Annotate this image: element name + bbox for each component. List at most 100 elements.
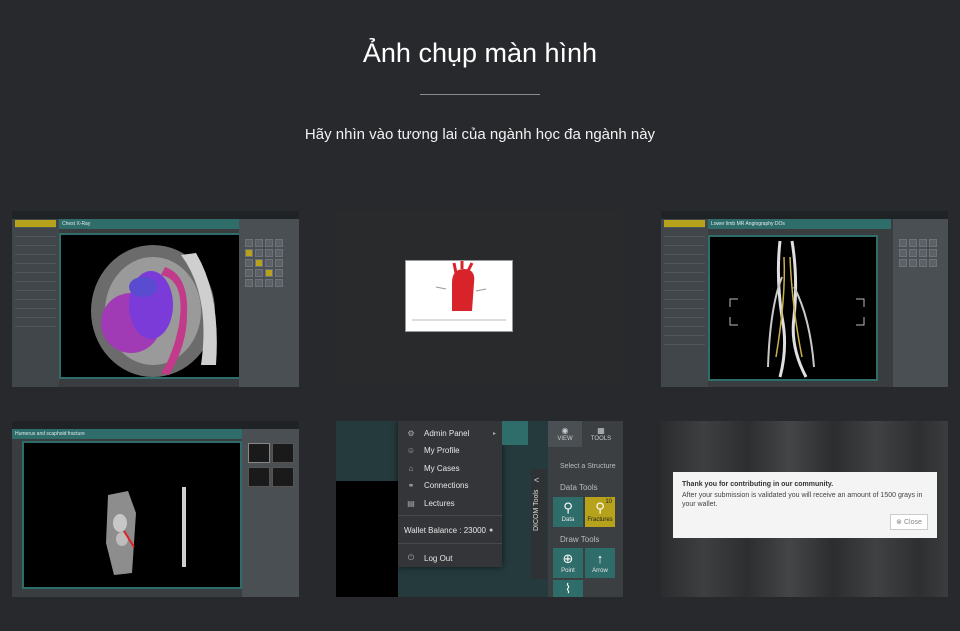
tool-button[interactable]	[265, 269, 273, 277]
sidebar-item	[15, 301, 56, 309]
tool-grid	[899, 239, 937, 267]
screenshot-fracture-case[interactable]: Humerus and scaphoid fracture	[12, 421, 299, 597]
thumbnail[interactable]	[248, 443, 270, 463]
page-subtitle: Hãy nhìn vào tương lai của ngành học đa …	[304, 126, 656, 143]
thumbnail[interactable]	[272, 443, 294, 463]
tool-panel	[239, 219, 299, 387]
tool-button[interactable]	[909, 239, 917, 247]
tool-button[interactable]	[919, 259, 927, 267]
tool-button[interactable]	[265, 249, 273, 257]
share-icon[interactable]: <	[534, 475, 539, 485]
tool-button[interactable]	[929, 249, 937, 257]
connections-icon: ⚭	[407, 480, 415, 490]
app-sidebar	[661, 219, 708, 387]
tool-panel	[893, 219, 948, 387]
tool-button[interactable]	[265, 279, 273, 287]
tools-panel: ◉ VIEW ▦ TOOLS Select a Structure Data T…	[548, 421, 623, 597]
tool-button[interactable]	[899, 239, 907, 247]
screenshot-structure-modal[interactable]	[336, 211, 623, 383]
tool-button[interactable]	[275, 269, 283, 277]
menu-item-my-profile[interactable]: ☺ My Profile	[398, 442, 502, 458]
sidebar-item	[664, 337, 705, 345]
image-viewer[interactable]	[708, 235, 878, 381]
screenshot-user-menu[interactable]: ⚙ Admin Panel ▸ ☺ My Profile ⌂ My Cases …	[336, 421, 623, 597]
point-tool-button[interactable]: ⊕ Point	[553, 548, 583, 578]
sidebar-item	[664, 292, 705, 300]
tool-button[interactable]	[899, 249, 907, 257]
dicom-tools-label: DICOM Tools	[533, 489, 540, 532]
sidebar-item	[15, 265, 56, 273]
arrow-tool-button[interactable]: ↑ Arrow	[585, 548, 615, 578]
data-tool-button[interactable]: ⚲ Data	[553, 497, 583, 527]
thank-you-dialog[interactable]: Thank you for contributing in our commun…	[673, 472, 937, 538]
screenshot-chest-xray[interactable]: Chest X-Ray	[12, 211, 299, 387]
tool-button[interactable]	[255, 279, 263, 287]
tool-button[interactable]	[245, 259, 253, 267]
sidebar-item	[664, 229, 705, 237]
sidebar-item	[664, 265, 705, 273]
sidebar-item	[15, 310, 56, 318]
menu-item-my-cases[interactable]: ⌂ My Cases	[398, 460, 502, 476]
aorta-illustration	[406, 261, 512, 331]
tool-button[interactable]	[245, 279, 253, 287]
tool-button[interactable]	[275, 279, 283, 287]
tab-tools[interactable]: ▦ TOOLS	[584, 421, 618, 447]
lectures-icon: ▤	[407, 498, 415, 508]
structure-modal[interactable]	[405, 260, 513, 332]
tool-button[interactable]	[255, 239, 263, 247]
menu-item-log-out[interactable]: ⏻ Log Out	[398, 550, 502, 566]
thumbnail[interactable]	[272, 467, 294, 487]
draw-tools-heading: Draw Tools	[560, 535, 600, 544]
menu-item-admin-panel[interactable]: ⚙ Admin Panel ▸	[398, 425, 502, 441]
tool-button[interactable]	[245, 249, 253, 257]
dialog-title: Thank you for contributing in our commun…	[682, 481, 834, 488]
tool-button[interactable]	[929, 259, 937, 267]
polyline-icon: ⌇	[564, 581, 572, 596]
tool-button[interactable]	[245, 269, 253, 277]
thumbnail[interactable]	[248, 467, 270, 487]
tool-button[interactable]	[275, 249, 283, 257]
menu-item-lectures[interactable]: ▤ Lectures	[398, 495, 502, 511]
crosshair-icon: ⊕	[562, 551, 574, 566]
tool-button[interactable]	[255, 249, 263, 257]
tool-button[interactable]	[275, 239, 283, 247]
fractures-tool-button[interactable]: ⚲ 10 Fractures	[585, 497, 615, 527]
sidebar-item	[664, 220, 705, 228]
tool-button[interactable]	[265, 239, 273, 247]
tool-button[interactable]	[265, 259, 273, 267]
tool-button[interactable]	[909, 249, 917, 257]
tool-button[interactable]	[929, 239, 937, 247]
sidebar-item	[15, 319, 56, 327]
thumbnail-panel	[242, 429, 299, 597]
screenshot-mr-angiography[interactable]: Lower limb MR Angiography DOs	[661, 211, 948, 387]
map-pin-icon: ⚲	[563, 500, 573, 515]
close-button[interactable]: ⊗ Close	[890, 514, 928, 530]
chevron-right-icon: ▸	[492, 430, 496, 437]
dialog-message: After your submission is validated you w…	[682, 492, 923, 508]
tool-button[interactable]	[245, 239, 253, 247]
chest-scan-image	[61, 235, 240, 377]
gear-icon: ⚙	[407, 428, 415, 438]
sidebar-item	[664, 319, 705, 327]
line-tool-button[interactable]: ⌇	[553, 580, 583, 597]
sidebar-item	[664, 310, 705, 318]
tool-button[interactable]	[255, 269, 263, 277]
sidebar-item	[664, 301, 705, 309]
menu-divider	[398, 515, 502, 516]
app-topbar	[12, 211, 299, 219]
tool-button[interactable]	[919, 249, 927, 257]
image-viewer[interactable]	[59, 233, 242, 379]
menu-item-connections[interactable]: ⚭ Connections	[398, 477, 502, 493]
header-strip	[502, 421, 528, 445]
tool-button[interactable]	[255, 259, 263, 267]
screenshot-thank-you-dialog[interactable]: Thank you for contributing in our commun…	[661, 421, 948, 597]
tool-button[interactable]	[899, 259, 907, 267]
user-dropdown-menu[interactable]: ⚙ Admin Panel ▸ ☺ My Profile ⌂ My Cases …	[398, 421, 502, 567]
tool-button[interactable]	[919, 239, 927, 247]
tab-view[interactable]: ◉ VIEW	[548, 421, 582, 447]
case-header: Humerus and scaphoid fracture	[12, 429, 242, 439]
data-tools-heading: Data Tools	[560, 483, 598, 492]
tool-button[interactable]	[275, 259, 283, 267]
image-viewer[interactable]	[22, 441, 242, 589]
tool-button[interactable]	[909, 259, 917, 267]
